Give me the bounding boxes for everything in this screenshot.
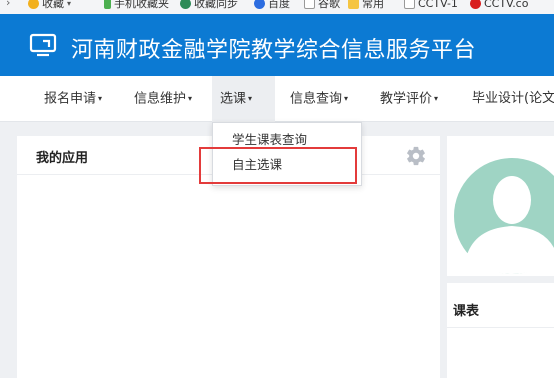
nav-item-info-query[interactable]: 信息查询 ▾ xyxy=(282,76,356,122)
nav-item-label: 报名申请 xyxy=(44,91,97,107)
chevron-down-icon: ▾ xyxy=(98,94,103,103)
nav-item-label: 选课 xyxy=(220,91,247,107)
chevron-down-icon: ▾ xyxy=(434,94,439,103)
nav-item-registration[interactable]: 报名申请 ▾ xyxy=(36,76,110,122)
bookmark-label: 收藏 xyxy=(42,0,64,10)
bookmark-baidu[interactable]: 百度 xyxy=(254,0,290,9)
bookmark-cctv1[interactable]: CCTV-1 xyxy=(404,0,458,9)
bookmark-common[interactable]: 常用 xyxy=(348,0,384,9)
star-icon xyxy=(28,0,39,9)
site-header: 河南财政金融学院教学综合信息服务平台 xyxy=(0,14,554,76)
bookmark-cctv-com[interactable]: CCTV.co xyxy=(470,0,528,9)
nav-item-label: 信息维护 xyxy=(134,91,187,107)
bookmark-favorites[interactable]: 收藏 ▾ xyxy=(28,0,71,9)
nav-item-graduation-design[interactable]: 毕业设计(论文 xyxy=(464,76,554,122)
chevron-down-icon: ▾ xyxy=(344,94,349,103)
chevron-down-icon: ▾ xyxy=(67,0,72,8)
baidu-icon xyxy=(254,0,265,9)
nav-item-label: 毕业设计(论文 xyxy=(472,91,554,106)
bookmark-label: 百度 xyxy=(268,0,290,10)
chevron-down-icon: ▾ xyxy=(188,94,193,103)
monitor-icon xyxy=(29,33,57,57)
menu-item-self-course-selection[interactable]: 自主选课 xyxy=(213,154,361,176)
sync-icon xyxy=(180,0,191,9)
bookmark-label: 收藏同步 xyxy=(194,0,238,10)
bookmark-mobile[interactable]: 手机收藏夹 xyxy=(104,0,169,9)
phone-icon xyxy=(104,0,111,9)
folder-icon xyxy=(348,0,359,9)
bookmarks-bar: › 收藏 ▾ 手机收藏夹 收藏同步 百度 谷歌 常用 CCTV-1 CCTV.c… xyxy=(0,0,554,14)
nav-item-info-maintenance[interactable]: 信息维护 ▾ xyxy=(126,76,200,122)
my-apps-title: 我的应用 xyxy=(36,151,89,166)
page-icon xyxy=(304,0,315,9)
cctv-icon xyxy=(470,0,481,9)
nav-item-teaching-evaluation[interactable]: 教学评价 ▾ xyxy=(372,76,446,122)
bookmark-label: CCTV.co xyxy=(484,0,529,10)
menu-item-student-timetable-query[interactable]: 学生课表查询 xyxy=(213,129,361,151)
page-icon xyxy=(404,0,415,9)
course-selection-dropdown: 学生课表查询 自主选课 xyxy=(212,122,362,186)
site-title: 河南财政金融学院教学综合信息服务平台 xyxy=(71,38,477,63)
gear-icon[interactable] xyxy=(405,145,427,167)
bookmark-sync[interactable]: 收藏同步 xyxy=(180,0,238,9)
bookmarks-toggle[interactable]: › xyxy=(6,0,10,8)
divider xyxy=(447,327,554,328)
schedule-panel: 课表 xyxy=(447,283,554,378)
chevron-right-icon: › xyxy=(6,0,11,9)
bookmark-label: CCTV-1 xyxy=(418,0,458,10)
bookmark-google[interactable]: 谷歌 xyxy=(304,0,340,9)
nav-item-label: 信息查询 xyxy=(290,91,343,107)
user-avatar-icon xyxy=(454,158,554,274)
schedule-title: 课表 xyxy=(453,304,480,319)
bookmark-label: 手机收藏夹 xyxy=(114,0,169,10)
nav-item-course-selection[interactable]: 选课 ▾ xyxy=(212,76,275,122)
profile-panel xyxy=(447,136,554,276)
bookmark-label: 常用 xyxy=(362,0,384,10)
chevron-down-icon: ▾ xyxy=(248,94,253,103)
bookmark-label: 谷歌 xyxy=(318,0,340,10)
nav-item-label: 教学评价 xyxy=(380,91,433,107)
main-nav: 报名申请 ▾ 信息维护 ▾ 选课 ▾ 信息查询 ▾ 教学评价 ▾ 毕业设计(论文 xyxy=(0,76,554,122)
